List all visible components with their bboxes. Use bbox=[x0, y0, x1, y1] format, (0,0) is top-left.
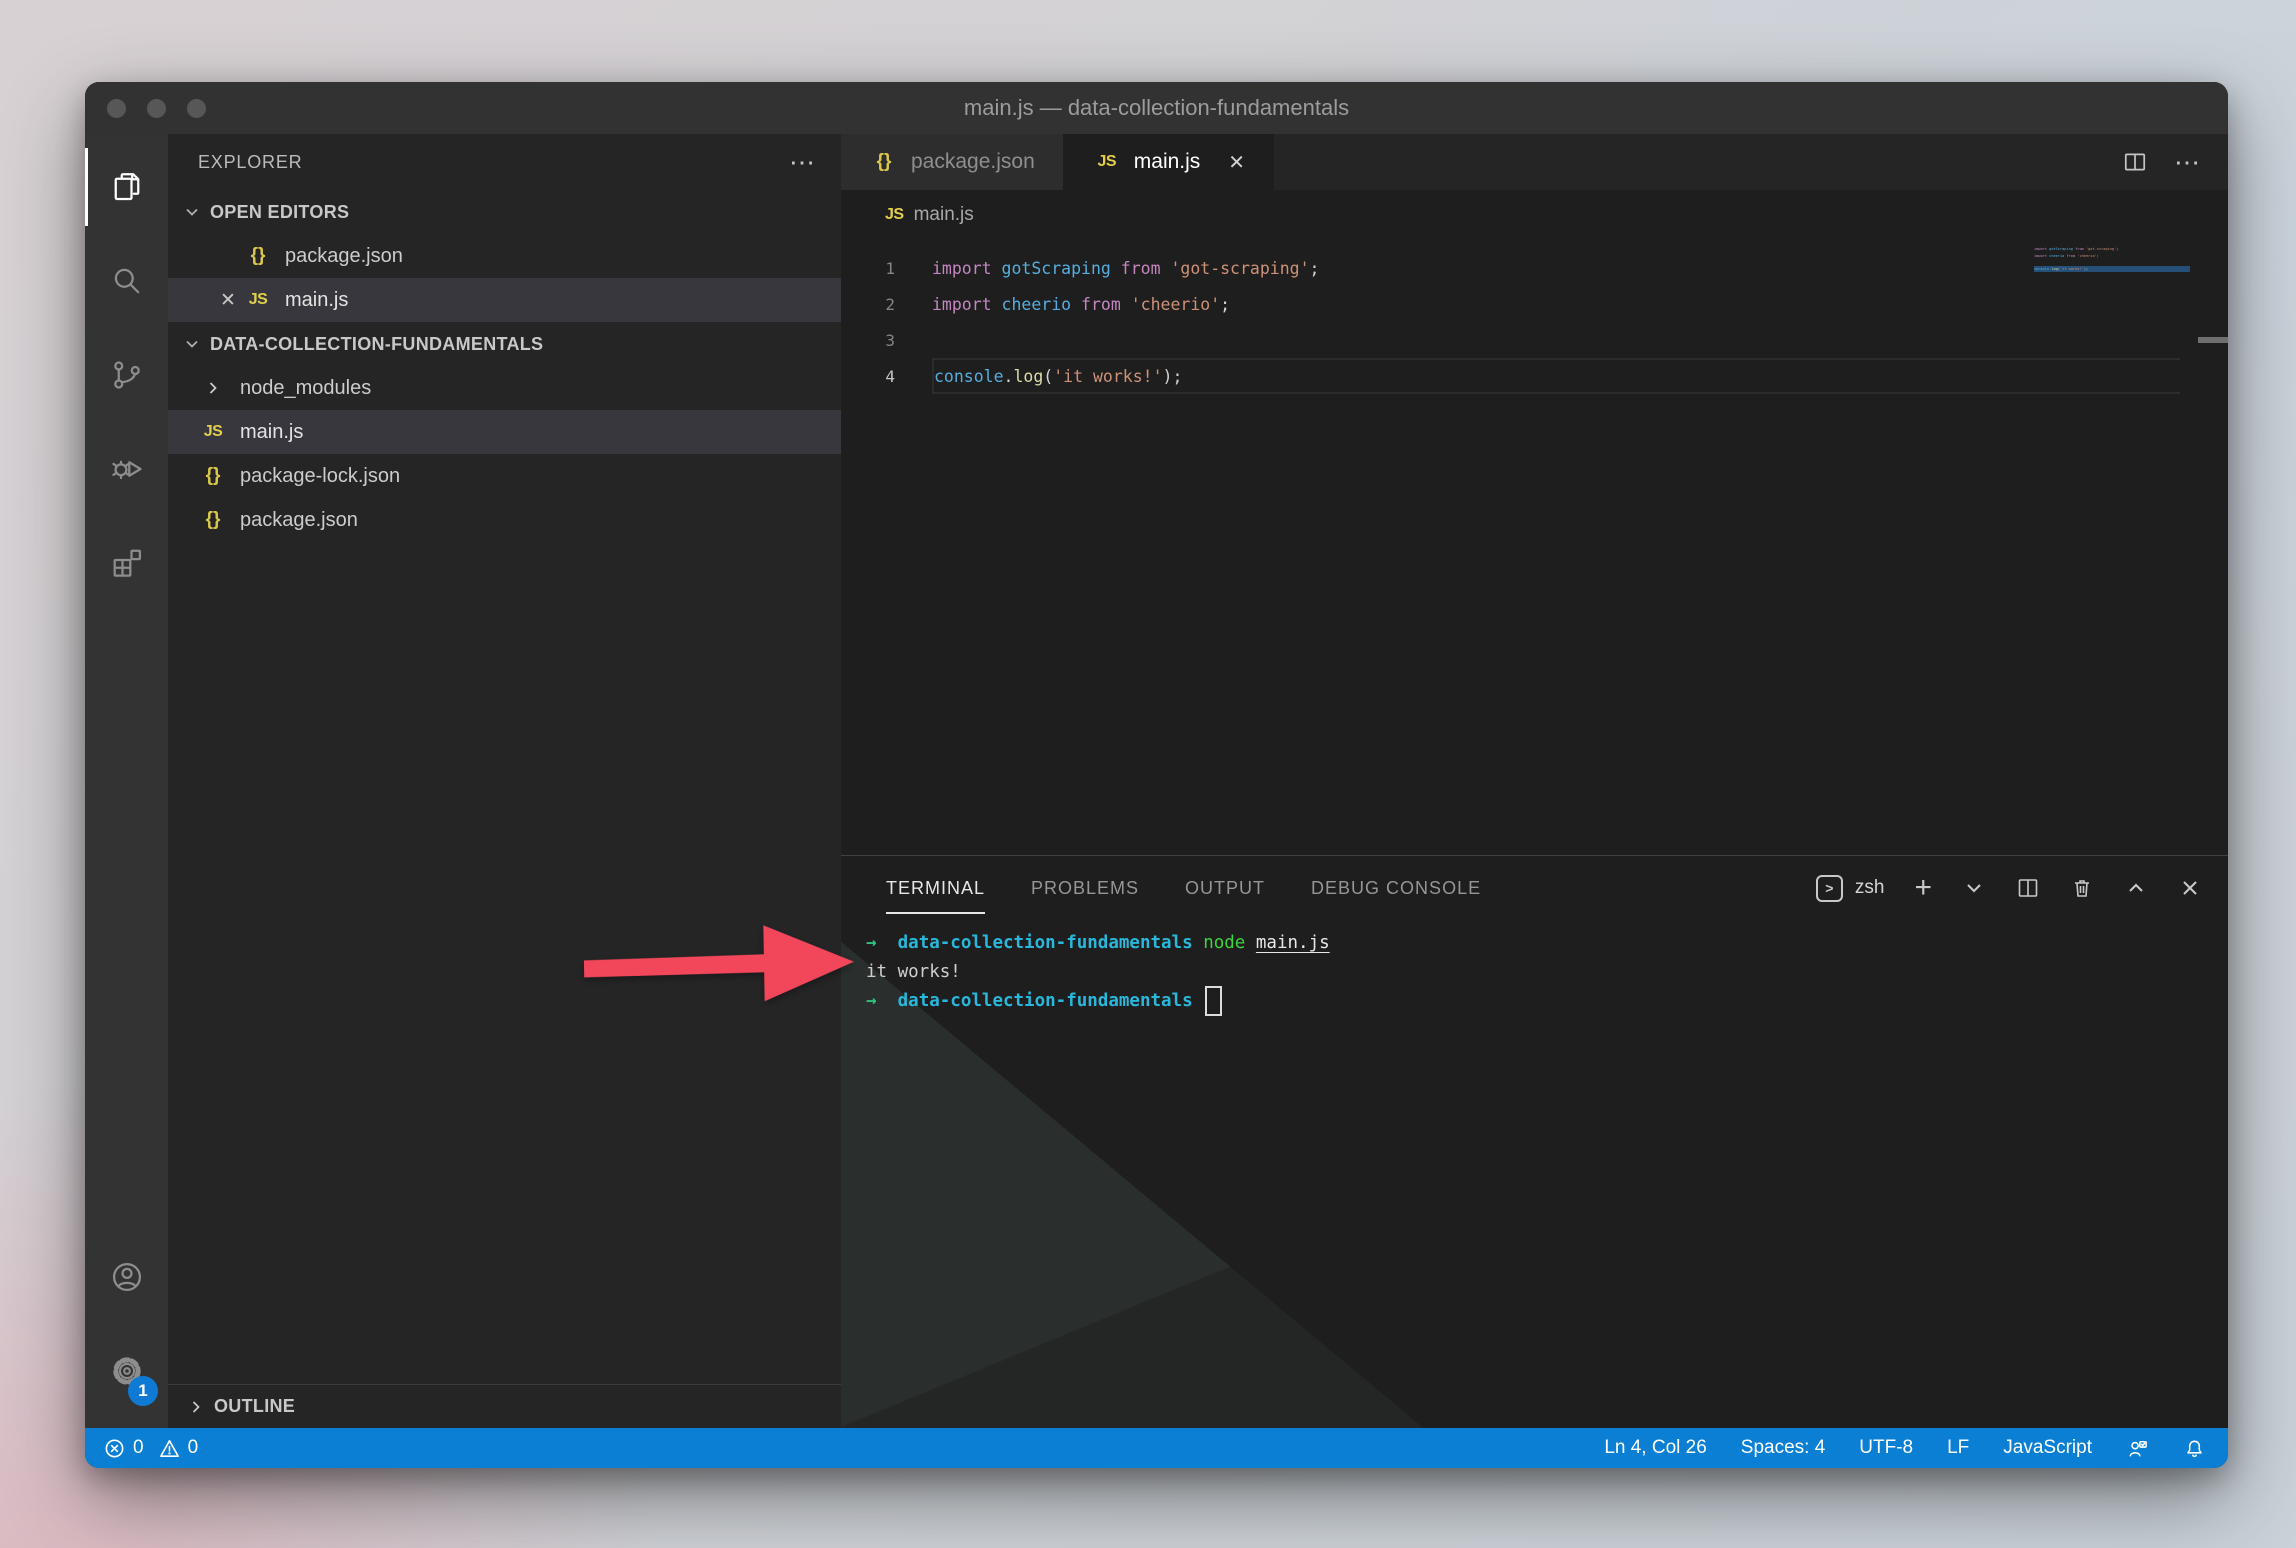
js-icon: JS bbox=[1092, 153, 1122, 171]
code-line-2[interactable]: 2 import cheerio from 'cheerio'; bbox=[841, 286, 2228, 322]
outline-section-header[interactable]: OUTLINE bbox=[168, 1384, 841, 1428]
file-label: node_modules bbox=[240, 377, 371, 400]
status-eol[interactable]: LF bbox=[1947, 1437, 1969, 1459]
terminal-line: → data-collection-fundamentals bbox=[866, 986, 2228, 1015]
editor-tab-main.js[interactable]: JS main.js ✕ bbox=[1064, 134, 1274, 190]
vscode-window: main.js — data-collection-fundamentals 1… bbox=[85, 82, 2228, 1468]
panel-tab-output[interactable]: OUTPUT bbox=[1185, 856, 1265, 920]
js-icon: JS bbox=[198, 423, 228, 441]
chevron-right-icon bbox=[186, 1397, 206, 1417]
activity-run-debug[interactable] bbox=[85, 422, 168, 516]
status-cursor-position[interactable]: Ln 4, Col 26 bbox=[1604, 1437, 1706, 1459]
overview-ruler-mark bbox=[2198, 337, 2228, 343]
terminal-panel: TERMINAL PROBLEMS OUTPUT DEBUG CONSOLE > zs… bbox=[841, 855, 2228, 1428]
chevron-down-icon bbox=[182, 334, 202, 354]
code-editor[interactable]: 1 import gotScraping from 'got-scraping'… bbox=[841, 240, 2228, 855]
open-editors-section-header[interactable]: OPEN EDITORS bbox=[168, 190, 841, 234]
activity-accounts[interactable] bbox=[85, 1230, 168, 1324]
tab-label: main.js bbox=[1134, 150, 1201, 174]
more-editor-actions-icon[interactable]: ⋯ bbox=[2174, 157, 2202, 167]
activity-explorer[interactable] bbox=[85, 140, 168, 234]
feedback-icon[interactable] bbox=[2126, 1437, 2149, 1460]
activity-settings[interactable]: 1 bbox=[85, 1324, 168, 1418]
shell-selector[interactable]: > zsh bbox=[1816, 875, 1885, 902]
close-tab-icon[interactable]: ✕ bbox=[1228, 150, 1245, 175]
traffic-lights bbox=[107, 99, 206, 118]
line-number: 1 bbox=[841, 259, 895, 278]
settings-badge: 1 bbox=[128, 1376, 158, 1406]
status-language-mode[interactable]: JavaScript bbox=[2003, 1437, 2092, 1459]
bell-icon[interactable] bbox=[2183, 1437, 2206, 1460]
warning-icon bbox=[158, 1437, 181, 1460]
panel-tab-terminal[interactable]: TERMINAL bbox=[886, 856, 985, 920]
code-line-1[interactable]: 1 import gotScraping from 'got-scraping'… bbox=[841, 250, 2228, 286]
tree-item-package.json[interactable]: {} package.json bbox=[168, 498, 841, 542]
close-icon: ✕ bbox=[213, 289, 243, 312]
json-icon: {} bbox=[198, 509, 228, 531]
chevron-right-icon bbox=[198, 378, 228, 398]
file-label: main.js bbox=[240, 421, 303, 444]
json-icon: {} bbox=[198, 465, 228, 487]
line-number: 4 bbox=[841, 367, 895, 386]
editor-tab-bar: {} package.json JS main.js ✕ ⋯ bbox=[841, 134, 2228, 190]
code-line-3[interactable]: 3 bbox=[841, 322, 2228, 358]
status-encoding[interactable]: UTF-8 bbox=[1859, 1437, 1913, 1459]
error-icon bbox=[103, 1437, 126, 1460]
status-bar: 0 0 Ln 4, Col 26 Spaces: 4 UTF-8 LF JavaScri… bbox=[85, 1428, 2228, 1468]
editor-tab-package.json[interactable]: {} package.json bbox=[841, 134, 1064, 190]
json-icon: {} bbox=[243, 245, 273, 267]
activity-bar: 1 bbox=[85, 134, 168, 1428]
maximize-panel-icon[interactable] bbox=[2124, 876, 2148, 900]
panel-tab-problems[interactable]: PROBLEMS bbox=[1031, 856, 1139, 920]
activity-source-control[interactable] bbox=[85, 328, 168, 422]
activity-extensions[interactable] bbox=[85, 516, 168, 610]
file-label: main.js bbox=[285, 289, 348, 312]
js-icon: JS bbox=[885, 206, 904, 224]
breadcrumb[interactable]: JS main.js bbox=[841, 190, 2228, 240]
status-indentation[interactable]: Spaces: 4 bbox=[1741, 1437, 1826, 1459]
sidebar-title: EXPLORER bbox=[198, 152, 302, 173]
zoom-window-button[interactable] bbox=[187, 99, 206, 118]
warnings-count[interactable]: 0 bbox=[158, 1437, 199, 1460]
new-terminal-icon[interactable]: + bbox=[1914, 876, 1932, 900]
open-editor-package.json[interactable]: {} package.json bbox=[168, 234, 841, 278]
split-terminal-icon[interactable] bbox=[2016, 876, 2040, 900]
close-window-button[interactable] bbox=[107, 99, 126, 118]
chevron-down-icon bbox=[182, 202, 202, 222]
json-icon: {} bbox=[869, 151, 899, 173]
terminal-cursor bbox=[1205, 986, 1222, 1016]
terminal-line: it works! bbox=[866, 957, 2228, 986]
explorer-sidebar: EXPLORER ⋯ OPEN EDITORS {} package.json … bbox=[168, 134, 841, 1428]
kill-terminal-trash-icon[interactable] bbox=[2070, 876, 2094, 900]
errors-count[interactable]: 0 bbox=[103, 1437, 144, 1460]
window-title: main.js — data-collection-fundamentals bbox=[964, 95, 1349, 121]
terminal-line: → data-collection-fundamentals node main… bbox=[866, 928, 2228, 957]
title-bar[interactable]: main.js — data-collection-fundamentals bbox=[85, 82, 2228, 134]
tree-item-node_modules[interactable]: node_modules bbox=[168, 366, 841, 410]
tree-item-main.js[interactable]: JS main.js bbox=[168, 410, 841, 454]
tab-label: package.json bbox=[911, 150, 1035, 174]
js-icon: JS bbox=[243, 291, 273, 309]
folder-section-header[interactable]: DATA-COLLECTION-FUNDAMENTALS bbox=[168, 322, 841, 366]
file-label: package.json bbox=[285, 245, 403, 268]
activity-search[interactable] bbox=[85, 234, 168, 328]
close-panel-icon[interactable] bbox=[2178, 876, 2202, 900]
open-editor-main.js[interactable]: ✕JS main.js bbox=[168, 278, 841, 322]
minimap[interactable]: import gotScraping from 'got-scraping';i… bbox=[2034, 246, 2190, 272]
file-label: package-lock.json bbox=[240, 465, 400, 488]
more-actions-icon[interactable]: ⋯ bbox=[789, 157, 817, 167]
split-editor-icon[interactable] bbox=[2122, 149, 2148, 175]
line-number: 3 bbox=[841, 331, 895, 350]
tree-item-package-lock.json[interactable]: {} package-lock.json bbox=[168, 454, 841, 498]
code-line-4[interactable]: 4 console.log('it works!'); bbox=[841, 358, 2228, 394]
terminal-output[interactable]: → data-collection-fundamentals node main… bbox=[841, 920, 2228, 1015]
launch-profile-chevron-icon[interactable] bbox=[1962, 876, 1986, 900]
panel-tab-debug-console[interactable]: DEBUG CONSOLE bbox=[1311, 856, 1481, 920]
breadcrumb-file: main.js bbox=[914, 204, 974, 226]
file-label: package.json bbox=[240, 509, 358, 532]
minimize-window-button[interactable] bbox=[147, 99, 166, 118]
line-number: 2 bbox=[841, 295, 895, 314]
terminal-icon: > bbox=[1816, 875, 1843, 902]
